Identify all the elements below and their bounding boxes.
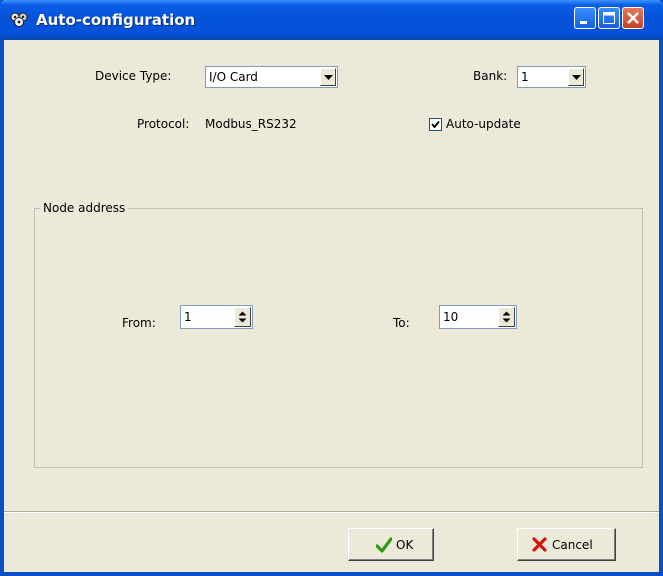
app-icon bbox=[10, 12, 28, 27]
to-spin-buttons[interactable] bbox=[498, 307, 515, 327]
device-type-select[interactable]: I/O Card bbox=[205, 66, 338, 88]
maximize-button[interactable] bbox=[598, 7, 620, 29]
from-label: From: bbox=[122, 316, 156, 330]
ok-check-icon bbox=[376, 537, 392, 553]
from-value: 1 bbox=[184, 310, 192, 324]
node-address-group bbox=[34, 208, 643, 468]
spin-arrows-icon bbox=[502, 311, 511, 323]
spin-arrows-icon bbox=[238, 311, 247, 323]
device-type-label: Device Type: bbox=[95, 69, 172, 83]
title-bar[interactable]: Auto-configuration bbox=[0, 0, 663, 40]
node-address-legend: Node address bbox=[40, 201, 129, 215]
ok-button-label: OK bbox=[396, 538, 414, 552]
from-spin-buttons[interactable] bbox=[234, 307, 251, 327]
bank-dropdown-button[interactable] bbox=[568, 68, 584, 86]
protocol-value: Modbus_RS232 bbox=[205, 117, 297, 131]
window-title: Auto-configuration bbox=[36, 11, 196, 29]
dropdown-arrow-icon bbox=[324, 75, 333, 80]
device-type-dropdown-button[interactable] bbox=[320, 68, 336, 86]
close-button[interactable] bbox=[622, 7, 644, 29]
ok-button[interactable]: OK bbox=[348, 528, 434, 561]
device-type-value: I/O Card bbox=[209, 70, 258, 84]
auto-update-checkbox[interactable] bbox=[429, 118, 442, 131]
cancel-button-label: Cancel bbox=[552, 538, 593, 552]
minimize-icon bbox=[580, 21, 587, 24]
from-spinner[interactable]: 1 bbox=[180, 305, 253, 329]
to-spinner[interactable]: 10 bbox=[439, 305, 517, 329]
cancel-x-icon bbox=[532, 537, 547, 552]
minimize-button[interactable] bbox=[574, 7, 596, 29]
bank-value: 1 bbox=[521, 70, 529, 84]
dropdown-arrow-icon bbox=[572, 75, 581, 80]
bank-label: Bank: bbox=[473, 69, 508, 83]
bank-select[interactable]: 1 bbox=[517, 66, 586, 88]
to-value: 10 bbox=[443, 310, 459, 324]
checkmark-icon bbox=[431, 120, 440, 129]
maximize-icon bbox=[603, 12, 615, 24]
footer-separator-highlight bbox=[4, 512, 659, 513]
cancel-button[interactable]: Cancel bbox=[517, 528, 616, 561]
auto-update-label[interactable]: Auto-update bbox=[446, 117, 521, 131]
to-label: To: bbox=[393, 316, 410, 330]
auto-configuration-window: Auto-configuration Device Type: I/O Card… bbox=[0, 0, 663, 576]
protocol-label: Protocol: bbox=[137, 117, 190, 131]
close-icon bbox=[627, 12, 639, 24]
